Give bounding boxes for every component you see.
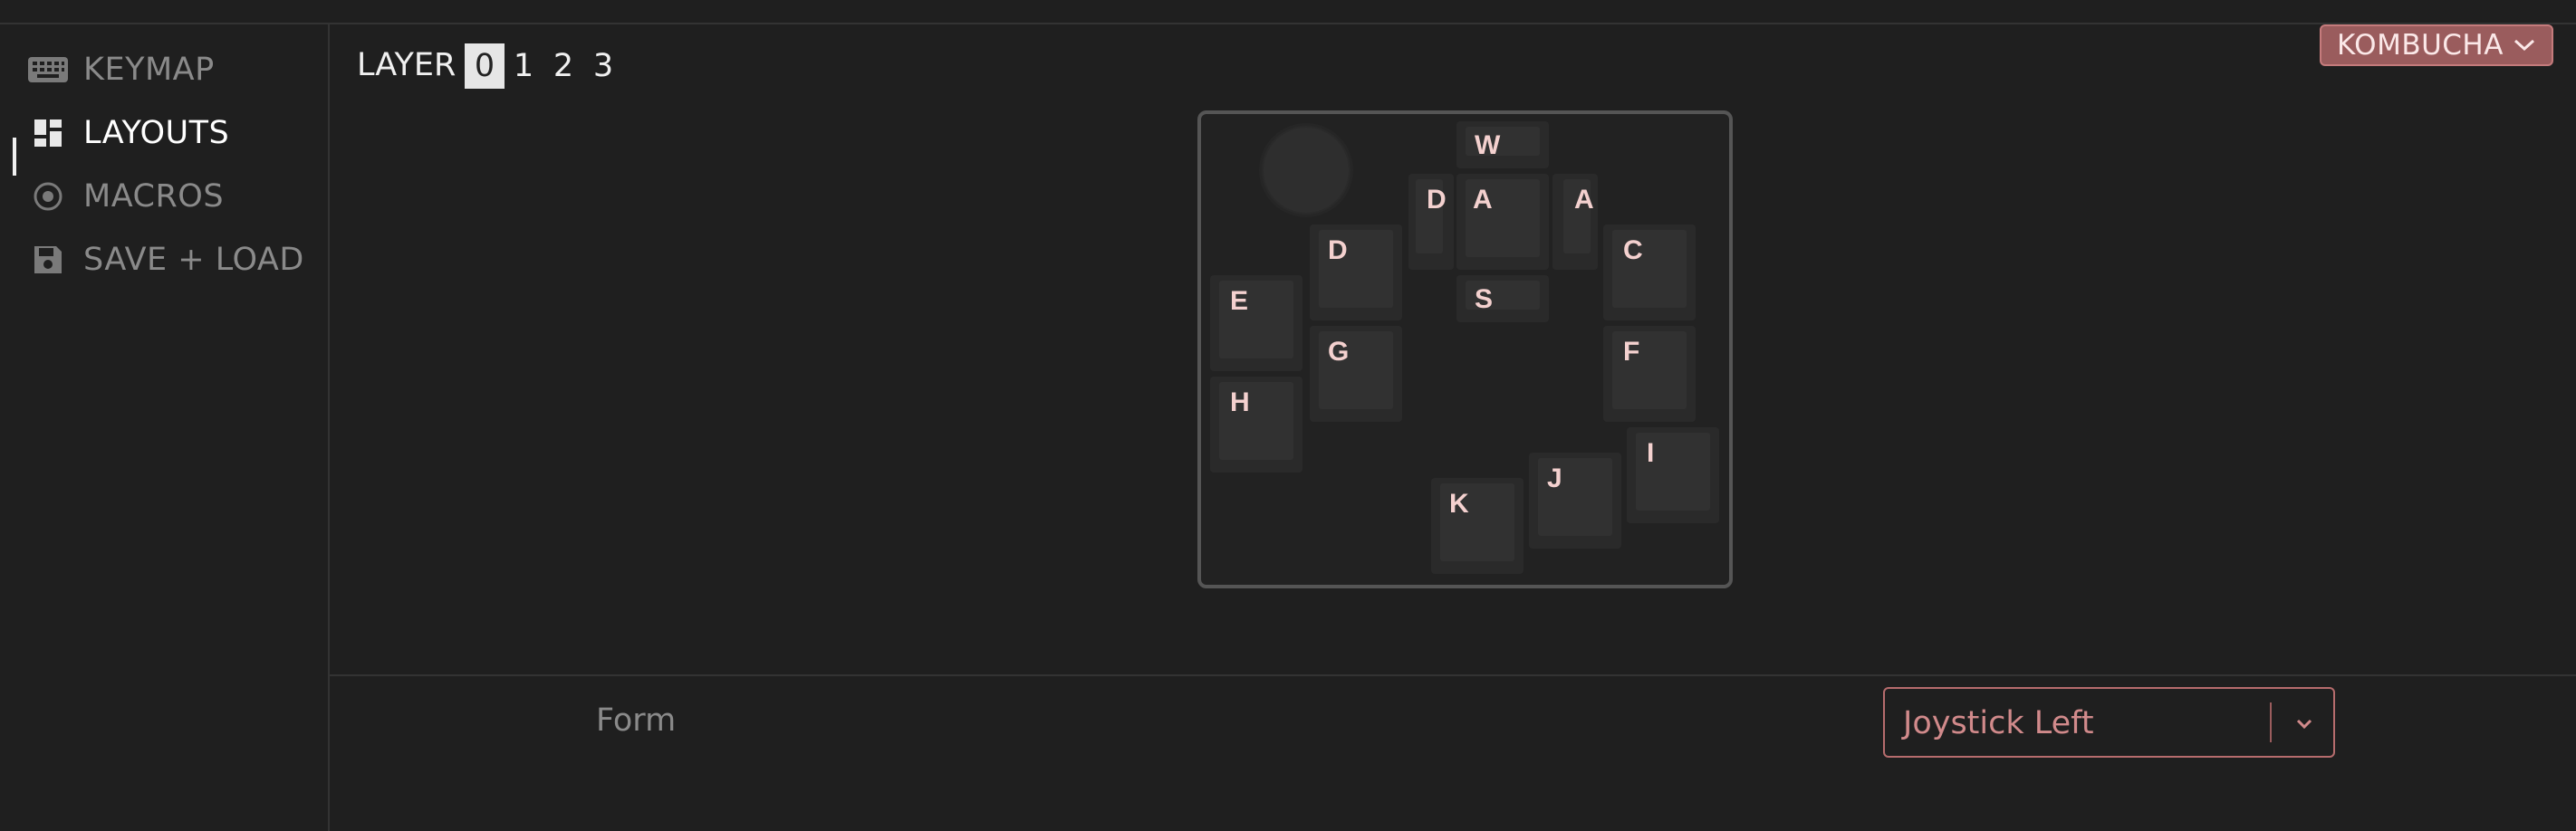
sidebar-item-macros[interactable]: MACROS — [27, 169, 224, 224]
key-j[interactable]: J — [1529, 453, 1621, 549]
layer-label: LAYER — [357, 47, 457, 83]
device-name: KOMBUCHA — [2337, 29, 2504, 62]
layer-3-button[interactable]: 3 — [583, 43, 623, 89]
key-f[interactable]: F — [1603, 326, 1696, 422]
section-divider — [330, 674, 2576, 676]
key-s[interactable]: S — [1456, 275, 1549, 322]
key-d-narrow[interactable]: D — [1408, 174, 1454, 270]
key-k[interactable]: K — [1431, 478, 1523, 574]
sidebar: KEYMAP LAYOUTS MACROS SAVE + LOAD — [0, 24, 330, 831]
key-g[interactable]: G — [1310, 326, 1402, 422]
key-e[interactable]: E — [1210, 275, 1302, 371]
layouts-icon — [27, 115, 69, 151]
layer-2-button[interactable]: 2 — [543, 43, 583, 89]
key-a-narrow[interactable]: A — [1552, 174, 1598, 270]
select-separator — [2270, 702, 2272, 742]
layer-1-button[interactable]: 1 — [504, 43, 543, 89]
layer-0-button[interactable]: 0 — [465, 43, 505, 89]
device-selector[interactable]: KOMBUCHA — [2320, 24, 2553, 66]
keyboard-icon — [27, 52, 69, 88]
form-label: Form — [596, 702, 677, 739]
rotary-knob — [1259, 123, 1353, 217]
sidebar-item-keymap[interactable]: KEYMAP — [27, 43, 215, 97]
chevron-down-icon — [2514, 39, 2534, 52]
form-select[interactable]: Joystick Left — [1883, 687, 2335, 758]
key-c[interactable]: C — [1603, 224, 1696, 320]
sidebar-item-label: SAVE + LOAD — [83, 242, 304, 278]
top-border — [0, 0, 2576, 24]
chevron-down-icon — [2296, 719, 2312, 730]
sidebar-item-save-load[interactable]: SAVE + LOAD — [27, 233, 304, 287]
record-icon — [27, 178, 69, 215]
sidebar-item-label: LAYOUTS — [83, 115, 230, 151]
key-d[interactable]: D — [1310, 224, 1402, 320]
form-select-value: Joystick Left — [1903, 705, 2094, 741]
key-w[interactable]: W — [1456, 121, 1549, 168]
floppy-disk-icon — [27, 242, 69, 278]
sidebar-item-label: KEYMAP — [83, 52, 215, 88]
key-h[interactable]: H — [1210, 377, 1302, 473]
key-i[interactable]: I — [1627, 427, 1719, 523]
key-a-center[interactable]: A — [1456, 174, 1549, 270]
active-indicator — [13, 138, 16, 176]
sidebar-item-layouts[interactable]: LAYOUTS — [27, 106, 229, 160]
sidebar-item-label: MACROS — [83, 178, 225, 215]
